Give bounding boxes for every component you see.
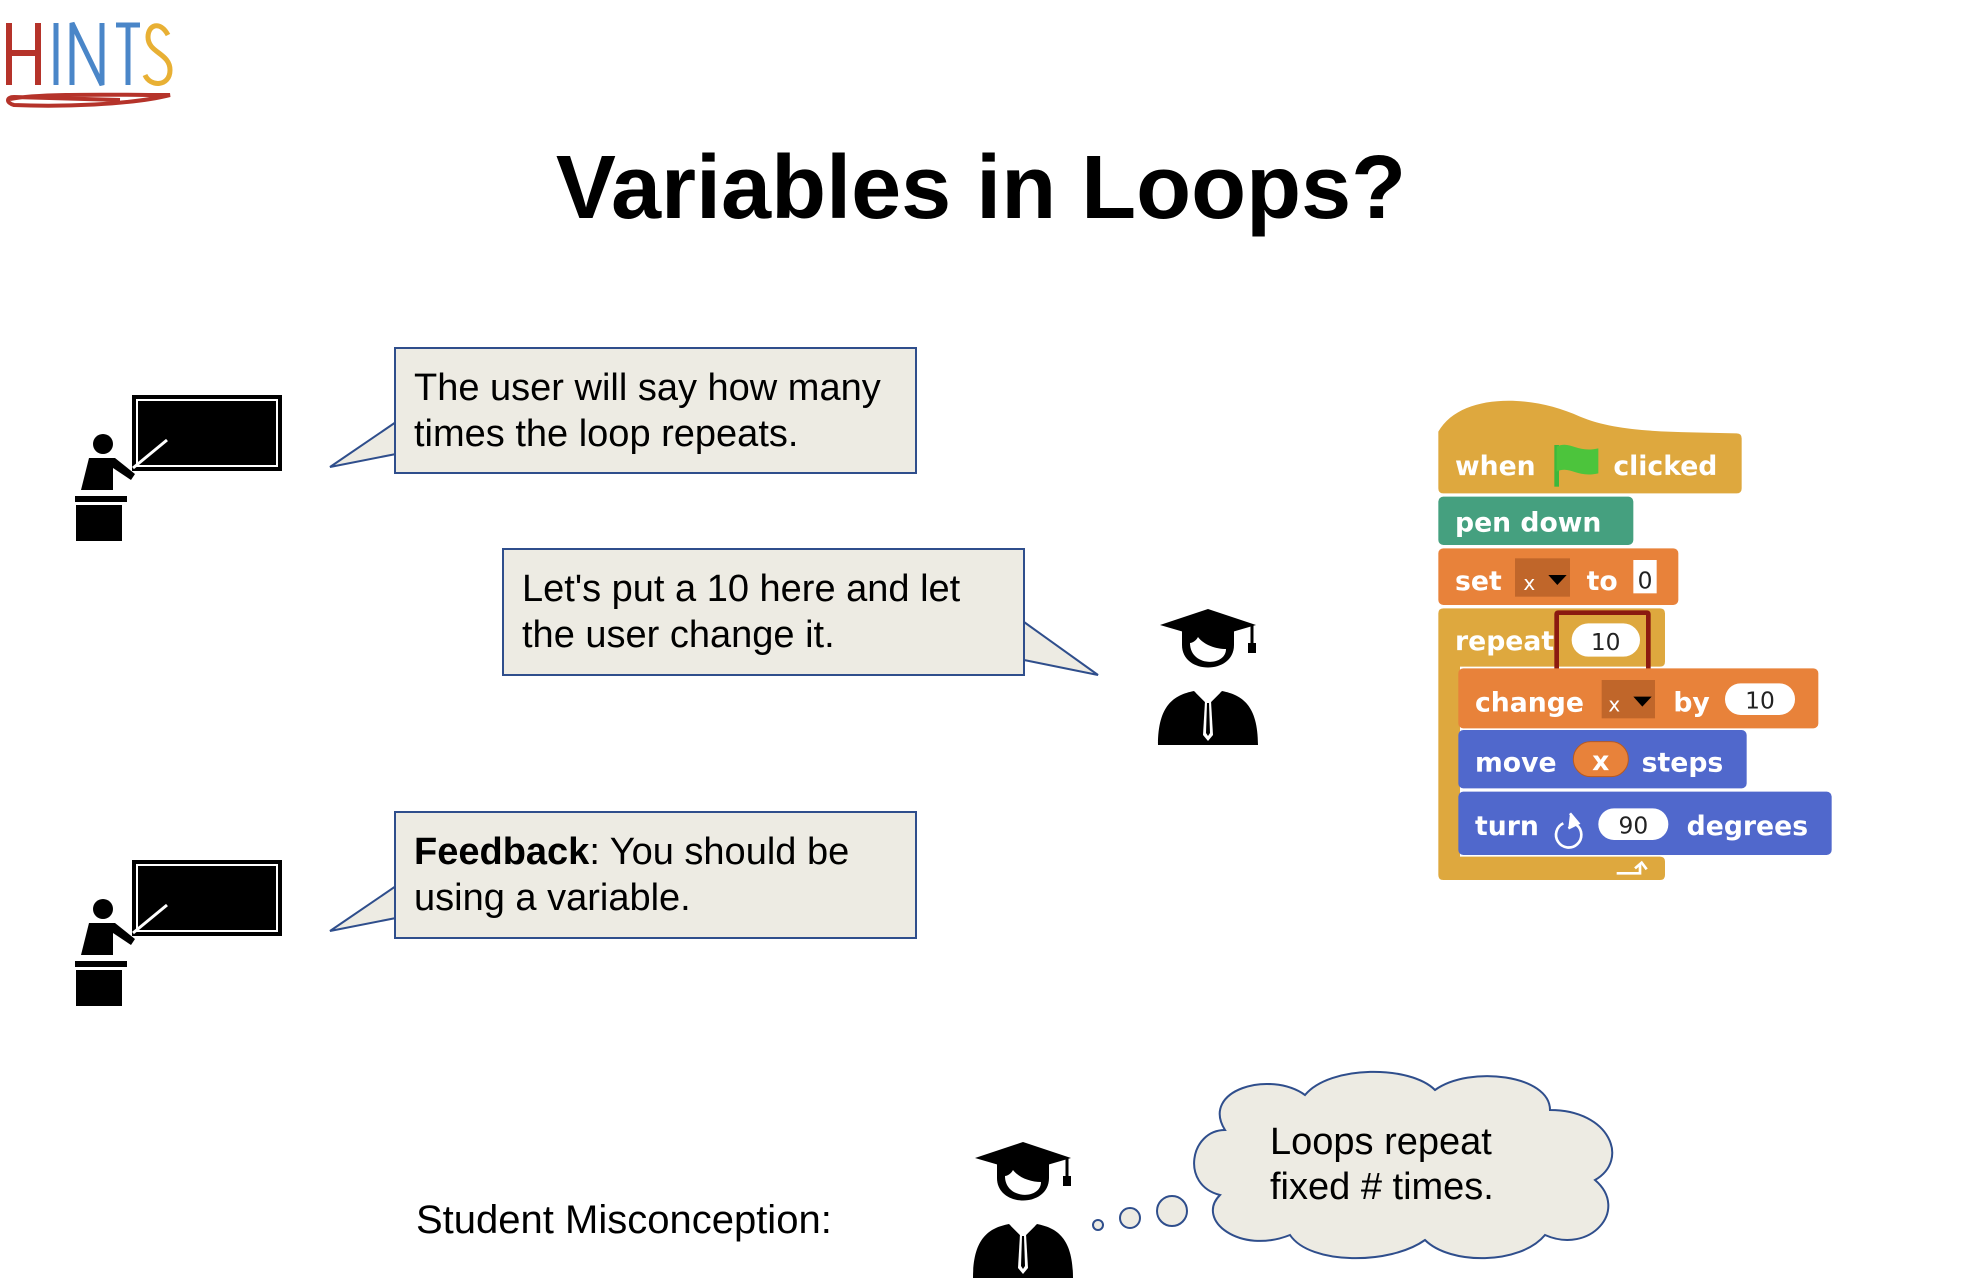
bubble-line: The user will say how many xyxy=(414,367,881,409)
bubble-line: times the loop repeats. xyxy=(414,413,799,455)
to-label: to xyxy=(1587,566,1618,597)
repeat-label: repeat xyxy=(1455,626,1554,657)
change-label: change xyxy=(1475,688,1584,719)
thought-line: Loops repeat xyxy=(1270,1121,1492,1163)
page-title: Variables in Loops? xyxy=(555,138,1407,238)
by-label: by xyxy=(1673,688,1709,719)
bubble-line: Let's put a 10 here and let xyxy=(522,568,961,610)
degrees-label: degrees xyxy=(1687,811,1808,842)
snap-script: repeat 10 when clicked pen down set x to… xyxy=(1438,400,1832,880)
bubble-line: the user change it. xyxy=(522,614,835,656)
turn-value: 90 xyxy=(1618,811,1648,839)
student-icon xyxy=(973,1142,1073,1278)
misconception-label: Student Misconception: xyxy=(416,1198,832,1242)
move-label: move xyxy=(1475,748,1557,779)
teacher-speech-bubble-1: The user will say how many times the loo… xyxy=(394,347,917,474)
repeat-count-value: 10 xyxy=(1591,628,1621,656)
steps-label: steps xyxy=(1642,748,1724,779)
feedback-speech-bubble: Feedback: You should be using a variable… xyxy=(394,811,917,939)
bubble-tail xyxy=(329,421,397,468)
pen-down-label: pen down xyxy=(1455,508,1601,539)
feedback-label: Feedback xyxy=(414,831,590,873)
x-variable-name: x xyxy=(1592,746,1609,777)
student-speech-bubble: Let's put a 10 here and let the user cha… xyxy=(502,548,1025,676)
bubble-tail xyxy=(329,885,397,932)
bubble-tail xyxy=(1023,621,1099,676)
feedback-text-line2: using a variable. xyxy=(414,877,691,919)
student-icon xyxy=(1158,609,1258,745)
thought-line: fixed # times. xyxy=(1270,1166,1494,1208)
clicked-label: clicked xyxy=(1613,451,1717,482)
feedback-text: : You should be xyxy=(589,831,850,873)
turn-label: turn xyxy=(1475,811,1539,842)
change-var-name: x xyxy=(1608,693,1620,717)
change-value: 10 xyxy=(1745,686,1775,714)
set-label: set xyxy=(1455,566,1502,597)
teacher-icon xyxy=(74,860,282,1008)
set-var-name: x xyxy=(1523,571,1535,595)
hints-logo xyxy=(6,21,173,108)
teacher-icon xyxy=(74,395,282,543)
when-label: when xyxy=(1455,451,1536,482)
thought-text: Loops repeat fixed # times. xyxy=(1270,1120,1494,1210)
set-value: 0 xyxy=(1638,566,1653,594)
